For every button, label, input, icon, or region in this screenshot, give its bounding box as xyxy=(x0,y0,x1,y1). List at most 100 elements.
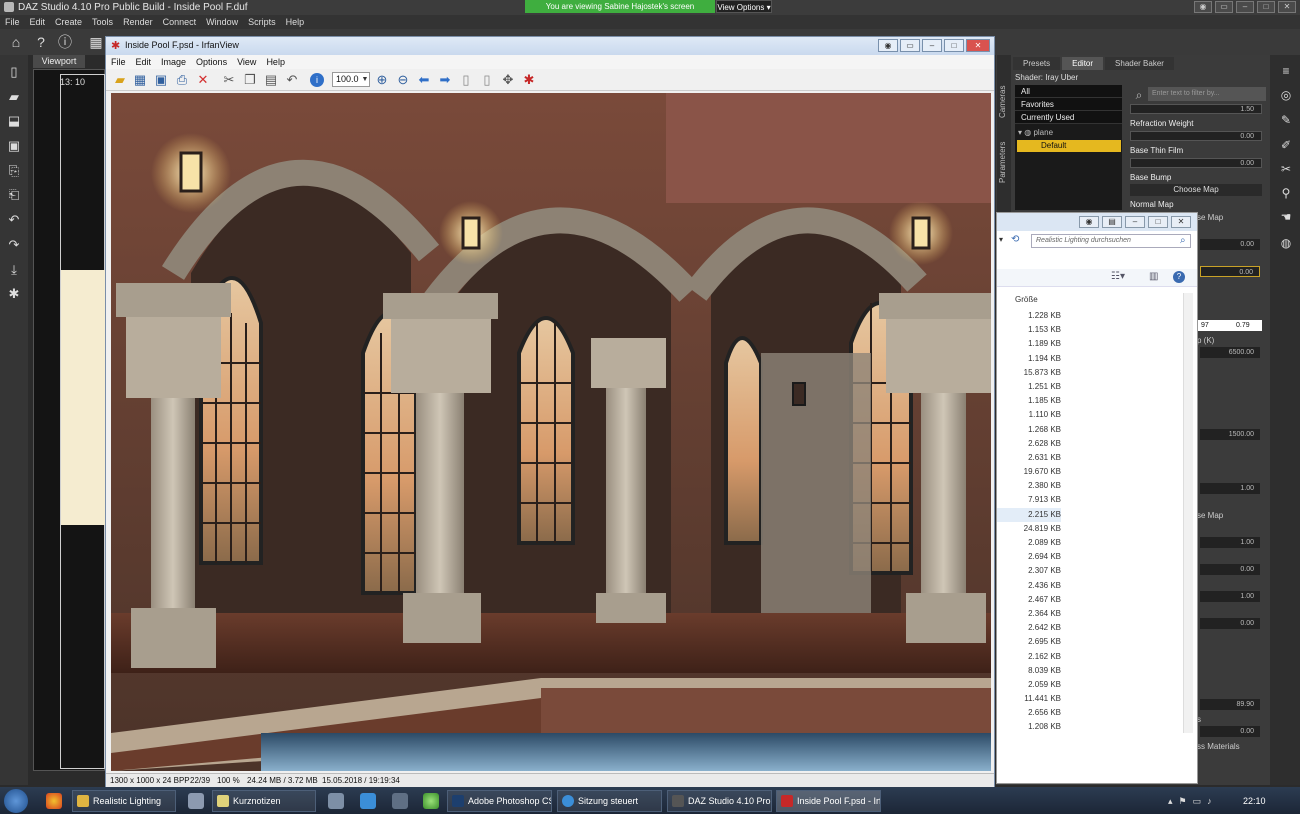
explorer-search-input[interactable]: Realistic Lighting durchsuchen xyxy=(1031,234,1191,248)
material-default-selected[interactable]: Default xyxy=(1017,140,1121,152)
first-page-icon[interactable]: ▯ xyxy=(458,72,474,88)
daz-menu-window[interactable]: Window xyxy=(201,15,243,29)
maximize-button[interactable]: □ xyxy=(1148,216,1168,228)
minimize-button[interactable]: – xyxy=(1236,1,1254,13)
close-button[interactable]: ✕ xyxy=(1171,216,1191,228)
eye-icon[interactable]: ◉ xyxy=(878,39,898,52)
file-size-row[interactable]: 1.268 KB xyxy=(997,423,1061,437)
file-size-row[interactable]: 19.670 KB xyxy=(997,465,1061,479)
file-size-row[interactable]: 2.162 KB xyxy=(997,650,1061,664)
import-icon[interactable]: ⎘ xyxy=(6,163,22,179)
refresh-icon[interactable]: ⟲ xyxy=(1011,234,1019,245)
delete-icon[interactable]: ✕ xyxy=(195,72,211,88)
cut-icon[interactable]: ✂ xyxy=(221,72,237,88)
file-size-row[interactable]: 1.208 KB xyxy=(997,720,1061,734)
file-size-row[interactable]: 2.695 KB xyxy=(997,635,1061,649)
file-size-row[interactable]: 2.631 KB xyxy=(997,451,1061,465)
flag-icon[interactable]: ⚑ xyxy=(1179,796,1187,807)
file-size-row[interactable]: 1.189 KB xyxy=(997,337,1061,351)
menu-options[interactable]: Options xyxy=(191,55,232,69)
choose-map-button[interactable]: Choose Map xyxy=(1130,184,1262,196)
zoom-in-icon[interactable]: ⊕ xyxy=(374,72,390,88)
undo-icon[interactable]: ↶ xyxy=(284,72,300,88)
start-button[interactable] xyxy=(4,789,28,813)
file-size-row[interactable]: 2.467 KB xyxy=(997,593,1061,607)
notes-app-icon[interactable] xyxy=(188,793,204,809)
save-icon[interactable]: ▣ xyxy=(6,138,22,154)
home-icon[interactable]: ⌂ xyxy=(8,34,24,50)
file-size-row[interactable]: 24.819 KB xyxy=(997,522,1061,536)
daz-menu-help[interactable]: Help xyxy=(281,15,310,29)
preview-pane-icon[interactable]: ▥ xyxy=(1149,271,1158,282)
tab-parameters[interactable]: Parameters xyxy=(998,142,1007,183)
help-icon[interactable]: ⓘ xyxy=(57,34,73,50)
close-button[interactable]: ✕ xyxy=(1278,1,1296,13)
redo-icon[interactable]: ↷ xyxy=(6,237,22,253)
tool-icon[interactable]: ✂ xyxy=(1279,162,1293,176)
menu-edit[interactable]: Edit xyxy=(131,55,157,69)
info-icon[interactable]: i xyxy=(310,73,324,87)
taskbar-daz-studio[interactable]: DAZ Studio 4.10 Pro ... xyxy=(667,790,772,812)
minimize-button[interactable]: – xyxy=(1125,216,1145,228)
new-file-icon[interactable]: ▯ xyxy=(6,64,22,80)
file-size-row[interactable]: 8.039 KB xyxy=(997,664,1061,678)
value-pair-input[interactable]: 97 0.79 xyxy=(1198,320,1262,331)
taskbar-irfanview[interactable]: Inside Pool F.psd - Irf... xyxy=(776,790,881,812)
media-icon[interactable] xyxy=(328,793,344,809)
open-file-icon[interactable]: ▰ xyxy=(6,89,22,105)
value-5[interactable]: 0.00 xyxy=(1200,266,1260,277)
irfanview-cat-icon[interactable]: ✱ xyxy=(521,72,537,88)
file-size-row[interactable]: 2.642 KB xyxy=(997,621,1061,635)
file-size-row[interactable]: 2.656 KB xyxy=(997,706,1061,720)
menu-file[interactable]: File xyxy=(106,55,131,69)
material-node-plane[interactable]: ▾ ◍ plane xyxy=(1018,128,1053,137)
next-image-icon[interactable]: ➡ xyxy=(437,72,453,88)
file-size-row[interactable]: 1.194 KB xyxy=(997,352,1061,366)
file-size-row[interactable]: 1.153 KB xyxy=(997,323,1061,337)
figure-tool-icon[interactable]: ⚲ xyxy=(1279,186,1293,200)
taskbar-photoshop[interactable]: Adobe Photoshop CS6 xyxy=(447,790,552,812)
file-size-row[interactable]: 2.059 KB xyxy=(997,678,1061,692)
globe-icon[interactable]: ◍ xyxy=(1279,236,1293,250)
whats-this-icon[interactable]: ? xyxy=(33,34,49,50)
tab-shader-baker[interactable]: Shader Baker xyxy=(1105,57,1174,70)
file-size-row[interactable]: 1.251 KB xyxy=(997,380,1061,394)
file-size-row[interactable]: 11.441 KB xyxy=(997,692,1061,706)
eye-icon[interactable]: ◉ xyxy=(1079,216,1099,228)
tab-presets[interactable]: Presets xyxy=(1013,57,1061,70)
monitor-icon[interactable] xyxy=(392,793,408,809)
minimize-button[interactable]: – xyxy=(922,39,942,52)
file-size-row[interactable]: 2.628 KB xyxy=(997,437,1061,451)
file-size-row[interactable]: 1.185 KB xyxy=(997,394,1061,408)
volume-icon[interactable]: ♪ xyxy=(1207,796,1212,807)
daz-menu-scripts[interactable]: Scripts xyxy=(243,15,281,29)
print-icon[interactable]: ⎙ xyxy=(174,72,190,88)
daz-menu-render[interactable]: Render xyxy=(118,15,158,29)
taskbar-clock[interactable]: 22:10 xyxy=(1243,796,1266,806)
file-size-row[interactable]: 1.228 KB xyxy=(997,309,1061,323)
tray-arrow-icon[interactable]: ▴ xyxy=(1168,796,1173,807)
dropdown-arrow-icon[interactable]: ▾ xyxy=(999,235,1003,244)
search-icon[interactable]: ⌕ xyxy=(1180,235,1186,246)
viewport-tab[interactable]: Viewport xyxy=(33,55,85,68)
file-size-row[interactable]: 1.110 KB xyxy=(997,408,1061,422)
tab-cameras[interactable]: Cameras xyxy=(998,86,1007,118)
menu-image[interactable]: Image xyxy=(156,55,191,69)
daz-menu-edit[interactable]: Edit xyxy=(25,15,51,29)
file-size-row[interactable]: 2.215 KB xyxy=(997,507,1061,522)
file-size-row[interactable]: 15.873 KB xyxy=(997,366,1061,380)
figure-icon[interactable]: ✱ xyxy=(6,286,22,302)
daz-menu-tools[interactable]: Tools xyxy=(87,15,118,29)
daz-menu-connect[interactable]: Connect xyxy=(158,15,202,29)
restore-icon[interactable]: ▭ xyxy=(1215,1,1233,13)
chrome-icon[interactable] xyxy=(46,793,62,809)
daz-menu-create[interactable]: Create xyxy=(50,15,87,29)
file-size-row[interactable]: 2.089 KB xyxy=(997,536,1061,550)
last-page-icon[interactable]: ▯ xyxy=(479,72,495,88)
undo-icon[interactable]: ↶ xyxy=(6,212,22,228)
tab-editor[interactable]: Editor xyxy=(1062,57,1104,70)
copy-icon[interactable]: ❐ xyxy=(242,72,258,88)
browser-icon[interactable] xyxy=(423,793,439,809)
help-icon[interactable]: ? xyxy=(1173,271,1185,283)
export-icon[interactable]: ⎗ xyxy=(6,187,22,203)
